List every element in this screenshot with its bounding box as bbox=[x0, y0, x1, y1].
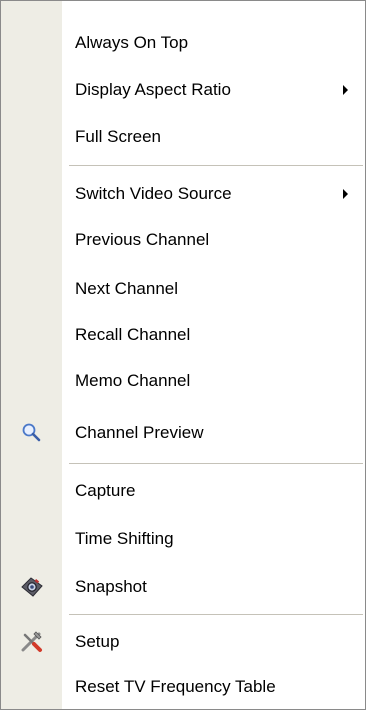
menu-item-previous-channel[interactable]: Previous Channel bbox=[1, 218, 365, 261]
menu-item-label: Channel Preview bbox=[75, 422, 204, 442]
menu-item-next-channel[interactable]: Next Channel bbox=[1, 267, 365, 310]
menu-item-label: Always On Top bbox=[75, 32, 189, 52]
menu-item-switch-video-source[interactable]: Switch Video Source bbox=[1, 172, 365, 215]
menu-item-label: Display Aspect Ratio bbox=[75, 79, 231, 99]
menu-item-time-shifting[interactable]: Time Shifting bbox=[1, 517, 365, 560]
menu-item-label: Time Shifting bbox=[75, 528, 174, 548]
menu-separator bbox=[69, 165, 363, 166]
menu-item-reset-tv-frequency-table[interactable]: Reset TV Frequency Table bbox=[1, 665, 365, 708]
menu-item-label: Reset TV Frequency Table bbox=[75, 676, 276, 696]
menu-separator bbox=[69, 463, 363, 464]
menu-item-snapshot[interactable]: Snapshot bbox=[1, 565, 365, 608]
camera-icon bbox=[19, 574, 45, 600]
menu-item-always-on-top[interactable]: Always On Top bbox=[1, 21, 365, 64]
submenu-arrow-icon bbox=[343, 84, 348, 95]
menu-item-label: Switch Video Source bbox=[75, 183, 232, 203]
menu-item-label: Setup bbox=[75, 631, 120, 651]
menu-item-label: Recall Channel bbox=[75, 324, 191, 344]
menu-item-label: Capture bbox=[75, 480, 136, 500]
menu-item-label: Previous Channel bbox=[75, 229, 210, 249]
tools-icon bbox=[19, 629, 45, 655]
magnifier-icon bbox=[19, 420, 45, 446]
menu-item-channel-preview[interactable]: Channel Preview bbox=[1, 411, 365, 454]
menu-item-memo-channel[interactable]: Memo Channel bbox=[1, 359, 365, 402]
menu-item-label: Full Screen bbox=[75, 126, 161, 146]
menu-item-display-aspect-ratio[interactable]: Display Aspect Ratio bbox=[1, 68, 365, 111]
menu-item-label: Snapshot bbox=[75, 576, 147, 596]
menu-item-label: Memo Channel bbox=[75, 370, 191, 390]
menu-item-setup[interactable]: Setup bbox=[1, 620, 365, 663]
menu-item-full-screen[interactable]: Full Screen bbox=[1, 115, 365, 158]
context-menu: Always On Top Display Aspect Ratio Full … bbox=[0, 0, 366, 710]
menu-separator bbox=[69, 614, 363, 615]
menu-item-capture[interactable]: Capture bbox=[1, 469, 365, 512]
submenu-arrow-icon bbox=[343, 188, 348, 199]
menu-item-recall-channel[interactable]: Recall Channel bbox=[1, 313, 365, 356]
menu-item-label: Next Channel bbox=[75, 278, 179, 298]
